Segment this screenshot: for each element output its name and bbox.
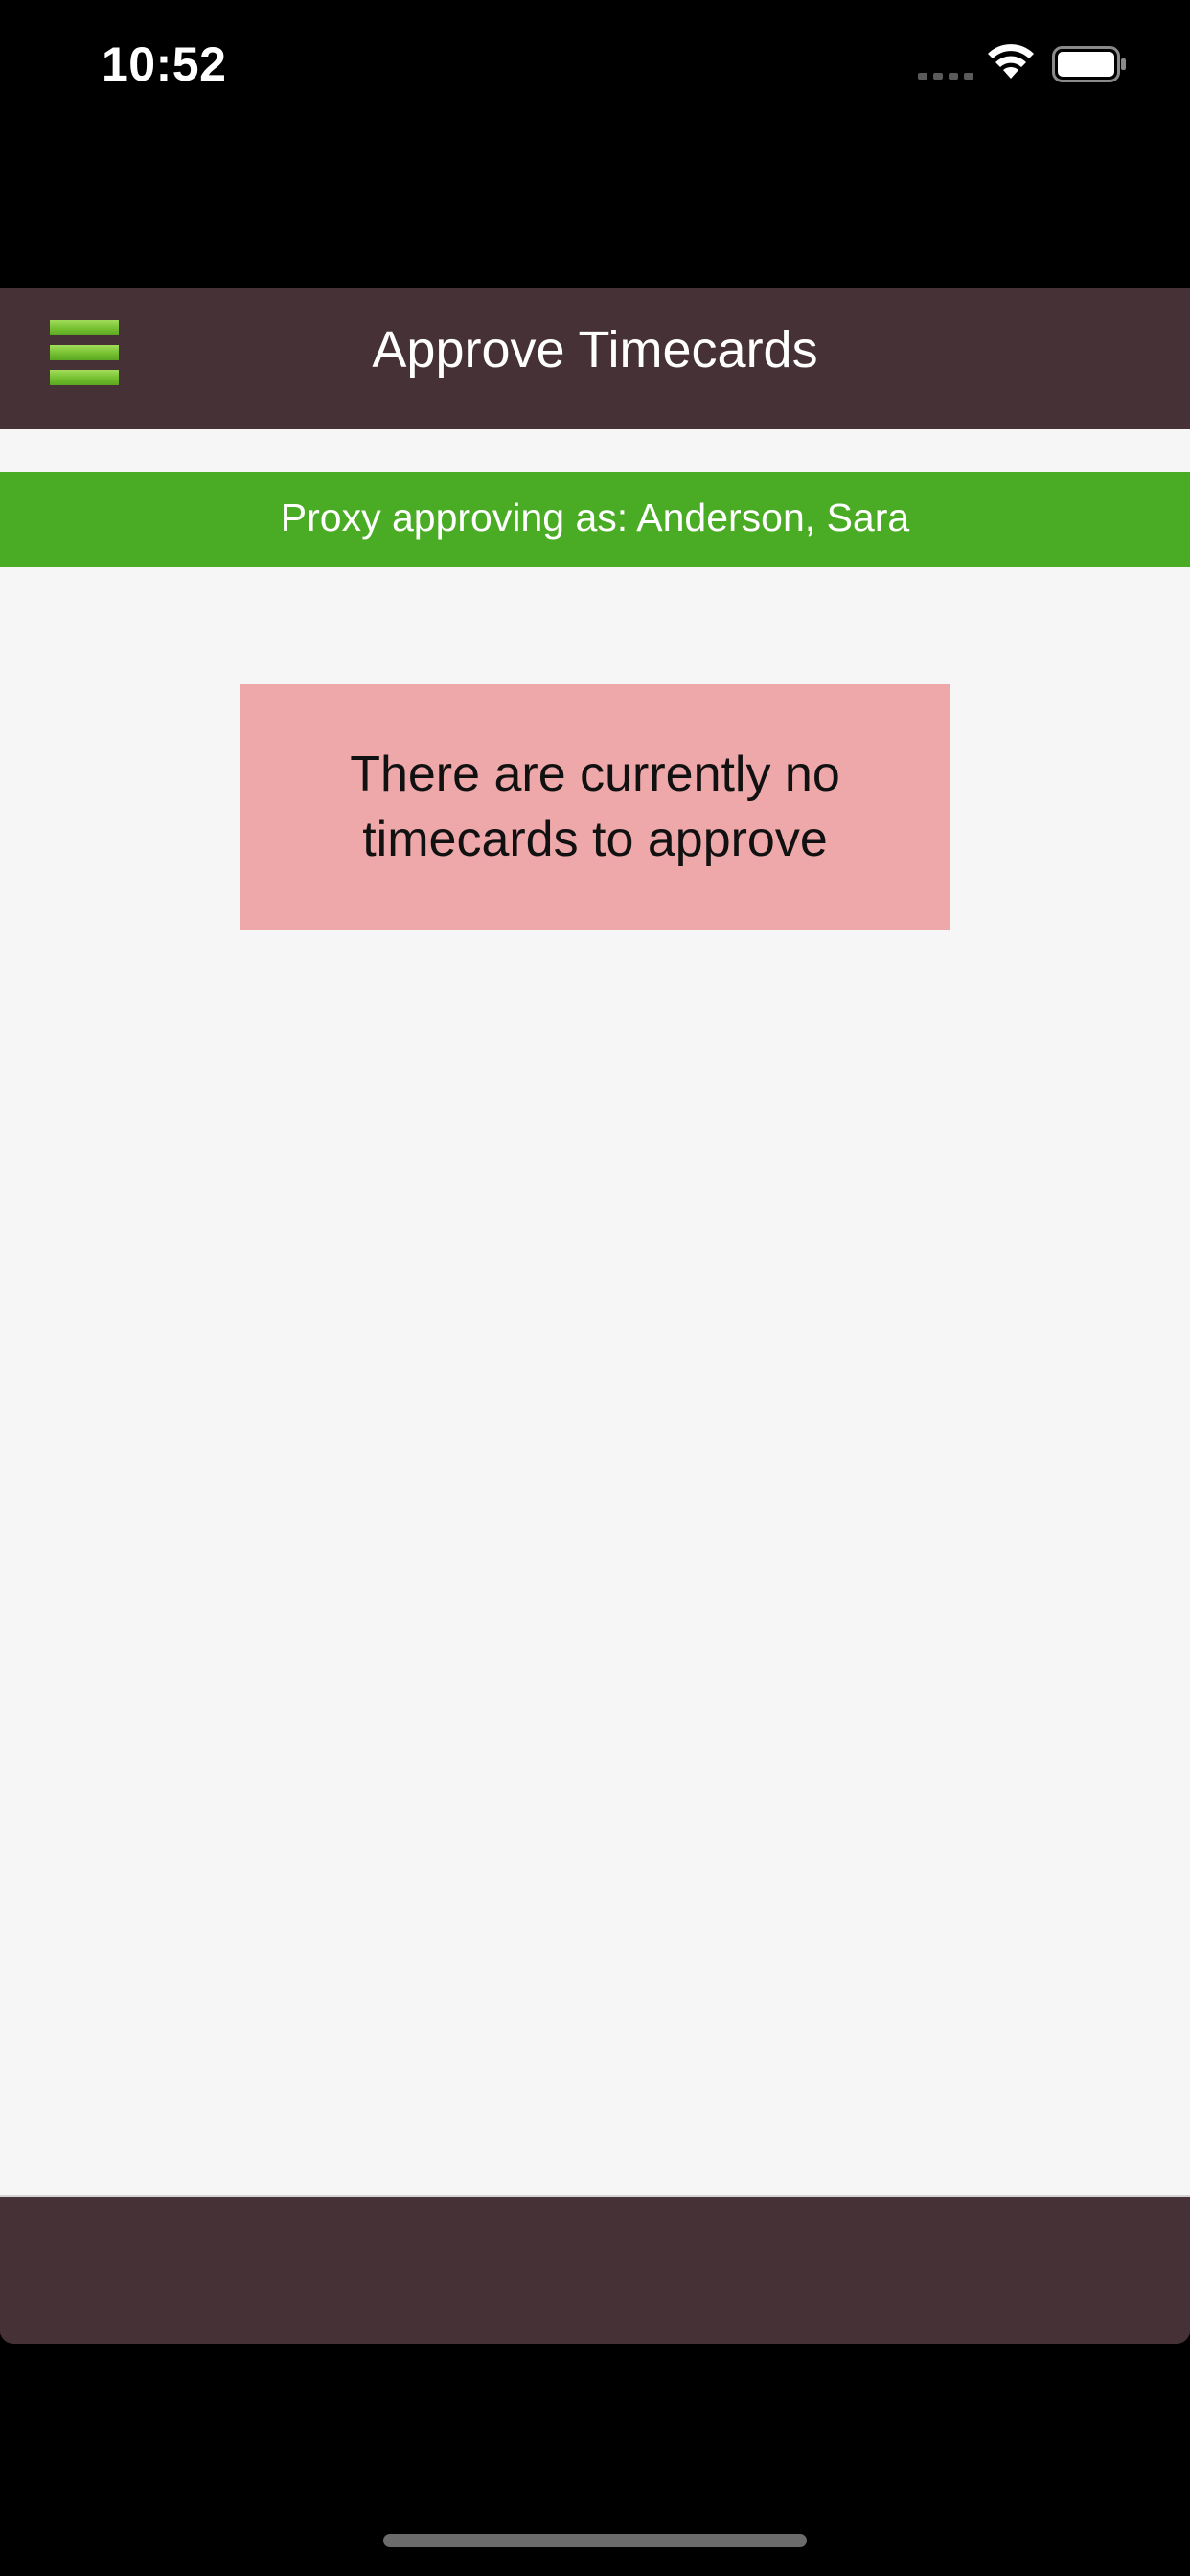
- app-footer: [0, 2196, 1190, 2344]
- hamburger-menu-icon[interactable]: [50, 320, 123, 387]
- battery-icon: [1052, 46, 1126, 82]
- menu-bar: [50, 320, 119, 335]
- wifi-icon: [988, 44, 1034, 79]
- status-time: 10:52: [102, 37, 227, 91]
- cellular-signal-icon: [918, 73, 973, 80]
- home-indicator[interactable]: [383, 2534, 807, 2547]
- page-title: Approve Timecards: [372, 321, 818, 379]
- proxy-banner: Proxy approving as: Anderson, Sara: [0, 472, 1190, 567]
- status-bar: 10:52: [0, 0, 1190, 288]
- empty-state-message: There are currently no timecards to appr…: [240, 684, 950, 930]
- empty-state-text: There are currently no timecards to appr…: [350, 747, 840, 867]
- menu-bar: [50, 345, 119, 360]
- menu-bar: [50, 370, 119, 385]
